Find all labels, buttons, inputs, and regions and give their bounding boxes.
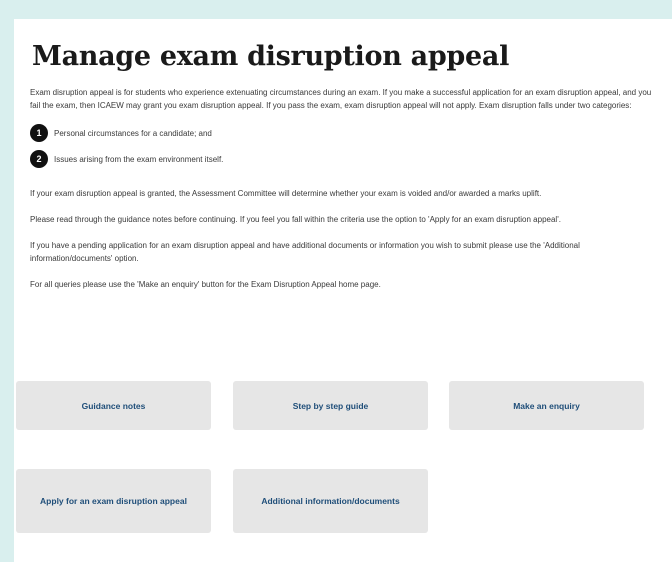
list-item: 1 Personal circumstances for a candidate… xyxy=(30,123,658,143)
step-by-step-guide-button[interactable]: Step by step guide xyxy=(233,381,428,430)
outcome-paragraph: If your exam disruption appeal is grante… xyxy=(30,189,542,199)
category-list: 1 Personal circumstances for a candidate… xyxy=(30,123,658,169)
additional-information-button[interactable]: Additional information/documents xyxy=(233,469,428,533)
number-badge: 2 xyxy=(30,150,48,169)
intro-paragraph: Exam disruption appeal is for students w… xyxy=(30,88,652,111)
make-enquiry-button[interactable]: Make an enquiry xyxy=(449,381,644,430)
queries-paragraph: For all queries please use the 'Make an … xyxy=(30,280,381,290)
list-item: 2 Issues arising from the exam environme… xyxy=(30,149,658,169)
list-item-text: Issues arising from the exam environment… xyxy=(54,154,224,164)
guidance-paragraph: Please read through the guidance notes b… xyxy=(30,215,561,225)
apply-appeal-button[interactable]: Apply for an exam disruption appeal xyxy=(16,469,211,533)
pending-application-paragraph: If you have a pending application for an… xyxy=(30,241,580,264)
number-badge: 1 xyxy=(30,124,48,143)
guidance-notes-button[interactable]: Guidance notes xyxy=(16,381,211,430)
list-item-text: Personal circumstances for a candidate; … xyxy=(54,128,212,138)
page-title: Manage exam disruption appeal xyxy=(32,41,510,72)
